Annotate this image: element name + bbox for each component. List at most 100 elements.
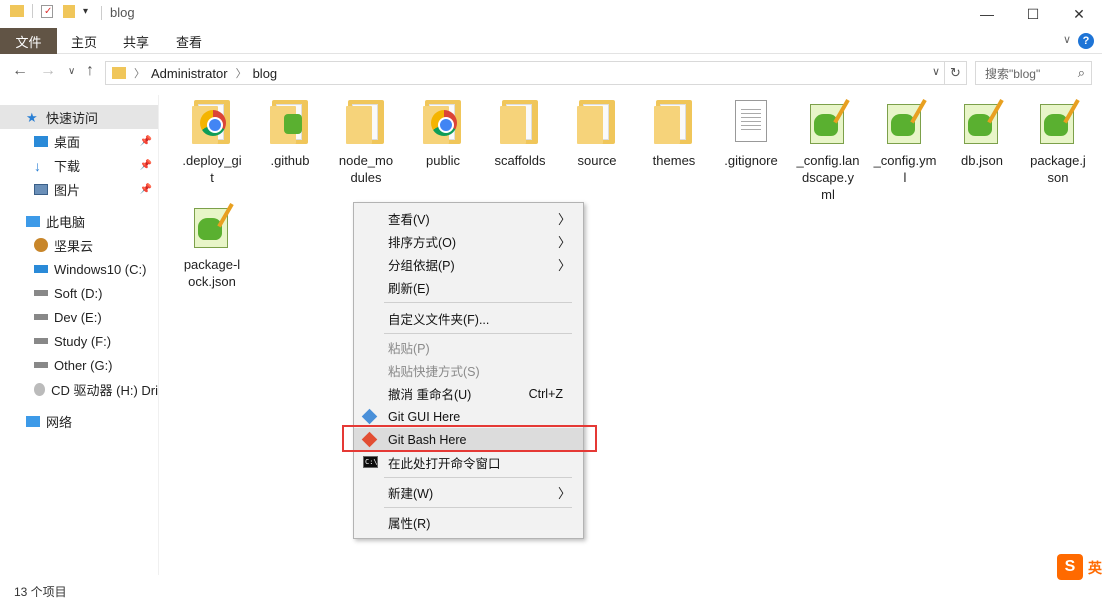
sidebar-item-drive-e[interactable]: Dev (E:) bbox=[0, 305, 158, 329]
address-bar[interactable]: 〉 Administrator 〉 blog ∨ bbox=[105, 61, 945, 85]
menu-item-sort[interactable]: 排序方式(O) 〉 bbox=[354, 230, 583, 253]
sidebar-item-nutstore[interactable]: 坚果云 bbox=[0, 233, 158, 257]
minimize-button[interactable]: — bbox=[964, 0, 1010, 28]
sidebar-item-label: 网络 bbox=[46, 414, 73, 430]
file-item-deploy-git[interactable]: .deploy_gi t bbox=[174, 100, 250, 186]
file-name: package.j bbox=[1030, 153, 1086, 168]
folder-icon bbox=[344, 100, 388, 148]
drive-icon bbox=[34, 362, 48, 368]
help-icon[interactable]: ? bbox=[1078, 33, 1094, 49]
sidebar-item-drive-d[interactable]: Soft (D:) bbox=[0, 281, 158, 305]
menu-item-undo-rename[interactable]: 撤消 重命名(U) Ctrl+Z bbox=[354, 382, 583, 405]
notepadpp-icon bbox=[1036, 99, 1080, 148]
up-button[interactable]: ↑ bbox=[86, 62, 94, 80]
forward-button[interactable]: → bbox=[40, 62, 56, 80]
menu-item-group[interactable]: 分组依据(P) 〉 bbox=[354, 253, 583, 276]
file-item-gitignore[interactable]: .gitignore bbox=[713, 100, 789, 169]
sidebar-item-drive-h[interactable]: CD 驱动器 (H:) Dri bbox=[0, 377, 158, 401]
refresh-button[interactable]: ↻ bbox=[945, 61, 967, 85]
sidebar-item-label: 此电脑 bbox=[46, 214, 86, 230]
menu-item-refresh[interactable]: 刷新(E) bbox=[354, 276, 583, 299]
tab-share[interactable]: 共享 bbox=[123, 28, 149, 54]
breadcrumb-separator[interactable]: 〉 bbox=[236, 65, 247, 81]
file-item-node-modules[interactable]: node_mo dules bbox=[328, 100, 404, 186]
file-item-package-lock-json[interactable]: package-l ock.json bbox=[174, 203, 250, 290]
menu-separator bbox=[384, 477, 572, 478]
close-button[interactable]: ✕ bbox=[1056, 0, 1102, 28]
divider bbox=[32, 4, 33, 18]
properties-icon[interactable]: ✓ bbox=[41, 4, 53, 18]
folder-icon bbox=[575, 100, 619, 148]
recent-locations-button[interactable]: ∨ bbox=[68, 66, 75, 77]
sidebar-item-drive-f[interactable]: Study (F:) bbox=[0, 329, 158, 353]
ribbon-expand-button[interactable]: ∨ bbox=[1063, 33, 1071, 46]
menu-item-customize-folder[interactable]: 自定义文件夹(F)... bbox=[354, 307, 583, 330]
search-input[interactable]: 搜索"blog" ⌕ bbox=[975, 61, 1092, 85]
sidebar-item-drive-c[interactable]: Windows10 (C:) bbox=[0, 257, 158, 281]
title-separator bbox=[101, 6, 102, 20]
notepadpp-icon bbox=[960, 99, 1004, 148]
customize-toolbar-icon[interactable]: ▾ bbox=[83, 6, 88, 17]
file-name: .deploy_gi bbox=[182, 153, 242, 168]
maximize-button[interactable]: ☐ bbox=[1010, 0, 1056, 28]
file-name: package-l bbox=[183, 257, 241, 272]
network-icon bbox=[26, 415, 40, 427]
file-item-config-landscape[interactable]: _config.lan dscape.y ml bbox=[790, 99, 866, 203]
folder-chrome-icon bbox=[421, 100, 465, 148]
sidebar-item-network[interactable]: 网络 bbox=[0, 409, 158, 433]
sidebar-item-label: Other (G:) bbox=[54, 357, 113, 373]
status-item-count: 13 个项目 bbox=[14, 585, 67, 599]
menu-shortcut: Ctrl+Z bbox=[528, 386, 563, 401]
file-item-config-yml[interactable]: _config.ym l bbox=[867, 99, 943, 186]
file-item-db-json[interactable]: db.json bbox=[944, 99, 1020, 169]
pin-icon[interactable]: 📌 bbox=[140, 136, 152, 147]
sidebar-item-drive-g[interactable]: Other (G:) bbox=[0, 353, 158, 377]
sidebar-item-quick-access[interactable]: ★ 快速访问 bbox=[0, 105, 158, 129]
menu-item-new[interactable]: 新建(W) 〉 bbox=[354, 481, 583, 504]
folder-icon[interactable] bbox=[10, 5, 24, 17]
file-item-public[interactable]: public bbox=[405, 100, 481, 169]
file-item-github[interactable]: .github bbox=[252, 100, 328, 169]
menu-label: 粘贴快捷方式(S) bbox=[388, 365, 480, 379]
pin-icon[interactable]: 📌 bbox=[140, 160, 152, 171]
menu-item-view[interactable]: 查看(V) 〉 bbox=[354, 207, 583, 230]
sidebar-item-this-pc[interactable]: 此电脑 bbox=[0, 209, 158, 233]
menu-separator bbox=[384, 333, 572, 334]
menu-item-properties[interactable]: 属性(R) bbox=[354, 511, 583, 534]
sidebar-item-pictures[interactable]: 图片 📌 bbox=[0, 177, 158, 201]
back-button[interactable]: ← bbox=[12, 62, 28, 80]
sidebar-item-desktop[interactable]: 桌面 📌 bbox=[0, 129, 158, 153]
file-item-themes[interactable]: themes bbox=[636, 100, 712, 169]
file-name: _config.ym bbox=[873, 153, 937, 168]
breadcrumb-blog[interactable]: blog bbox=[253, 66, 278, 81]
breadcrumb-separator[interactable]: 〉 bbox=[134, 65, 145, 81]
tab-view[interactable]: 查看 bbox=[176, 28, 202, 54]
sidebar-item-label: Dev (E:) bbox=[54, 309, 102, 325]
menu-label: 属性(R) bbox=[388, 517, 431, 531]
star-icon: ★ bbox=[26, 110, 38, 125]
nutstore-icon bbox=[34, 238, 48, 252]
new-folder-icon[interactable] bbox=[63, 4, 75, 18]
pane-divider[interactable] bbox=[158, 95, 159, 575]
quick-access-toolbar: ✓ ▾ bbox=[10, 4, 88, 18]
tab-home[interactable]: 主页 bbox=[71, 28, 97, 54]
breadcrumb-administrator[interactable]: Administrator bbox=[151, 66, 228, 81]
file-item-source[interactable]: source bbox=[559, 100, 635, 169]
file-item-package-json[interactable]: package.j son bbox=[1020, 99, 1096, 186]
drive-icon bbox=[34, 290, 48, 296]
navigation-bar: ← → ∨ ↑ 〉 Administrator 〉 blog ∨ ↻ 搜索"bl… bbox=[0, 55, 1102, 89]
sidebar-item-downloads[interactable]: ↓ 下载 📌 bbox=[0, 153, 158, 177]
file-name: dules bbox=[350, 170, 382, 185]
file-item-scaffolds[interactable]: scaffolds bbox=[482, 100, 558, 169]
address-dropdown-icon[interactable]: ∨ bbox=[932, 65, 940, 78]
menu-label: 排序方式(O) bbox=[388, 236, 457, 250]
menu-item-open-cmd[interactable]: C:\ 在此处打开命令窗口 bbox=[354, 451, 583, 474]
pin-icon[interactable]: 📌 bbox=[140, 184, 152, 195]
ime-language-indicator[interactable]: 英 bbox=[1088, 558, 1102, 578]
tab-file[interactable]: 文件 bbox=[0, 28, 57, 54]
menu-label: 自定义文件夹(F)... bbox=[388, 313, 490, 327]
sogou-ime-icon[interactable]: S bbox=[1057, 554, 1083, 580]
sidebar-item-label: CD 驱动器 (H:) Dri bbox=[51, 382, 158, 398]
menu-label: 撤消 重命名(U) bbox=[388, 388, 472, 402]
chevron-right-icon: 〉 bbox=[557, 258, 571, 273]
